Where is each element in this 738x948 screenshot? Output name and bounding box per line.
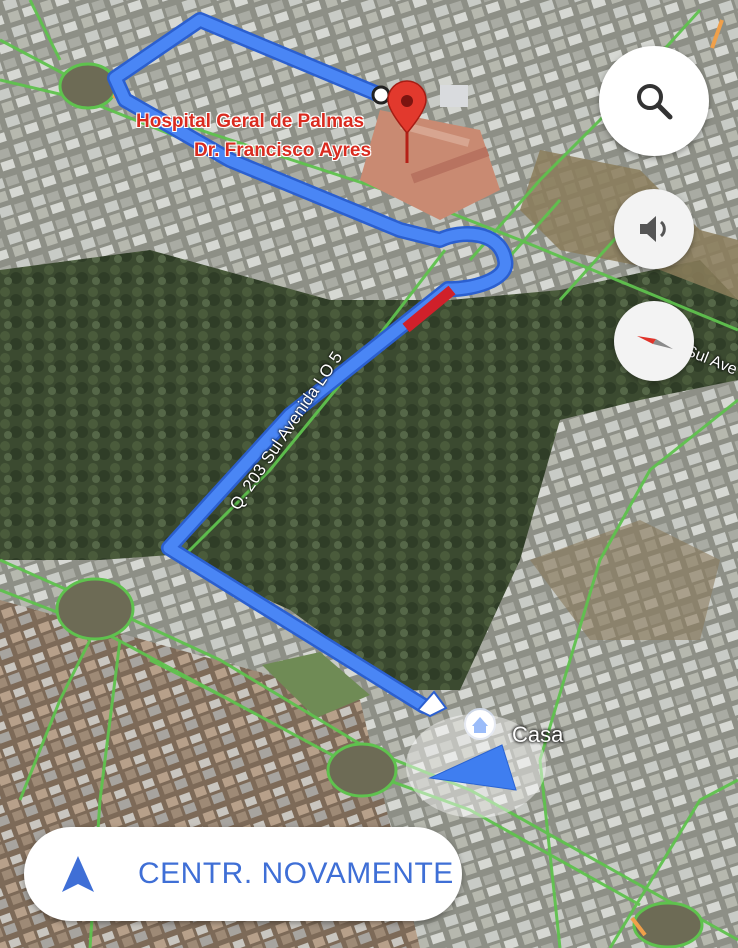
recenter-button[interactable]: CENTR. NOVAMENTE	[24, 827, 462, 921]
navigation-arrow-icon	[62, 856, 94, 892]
compass-icon	[637, 336, 673, 349]
compass-button[interactable]	[614, 301, 694, 381]
destination-name-line2[interactable]: Dr. Francisco Ayres	[194, 140, 371, 162]
destination-name-line1[interactable]: Hospital Geral de Palmas	[136, 111, 364, 133]
route-end-marker	[371, 85, 391, 105]
recenter-label: CENTR. NOVAMENTE	[138, 857, 454, 890]
sound-button[interactable]	[614, 189, 694, 269]
origin-label[interactable]: Casa	[512, 722, 563, 748]
search-button[interactable]	[599, 46, 709, 156]
speaker-icon	[640, 216, 666, 242]
search-icon	[637, 84, 673, 120]
